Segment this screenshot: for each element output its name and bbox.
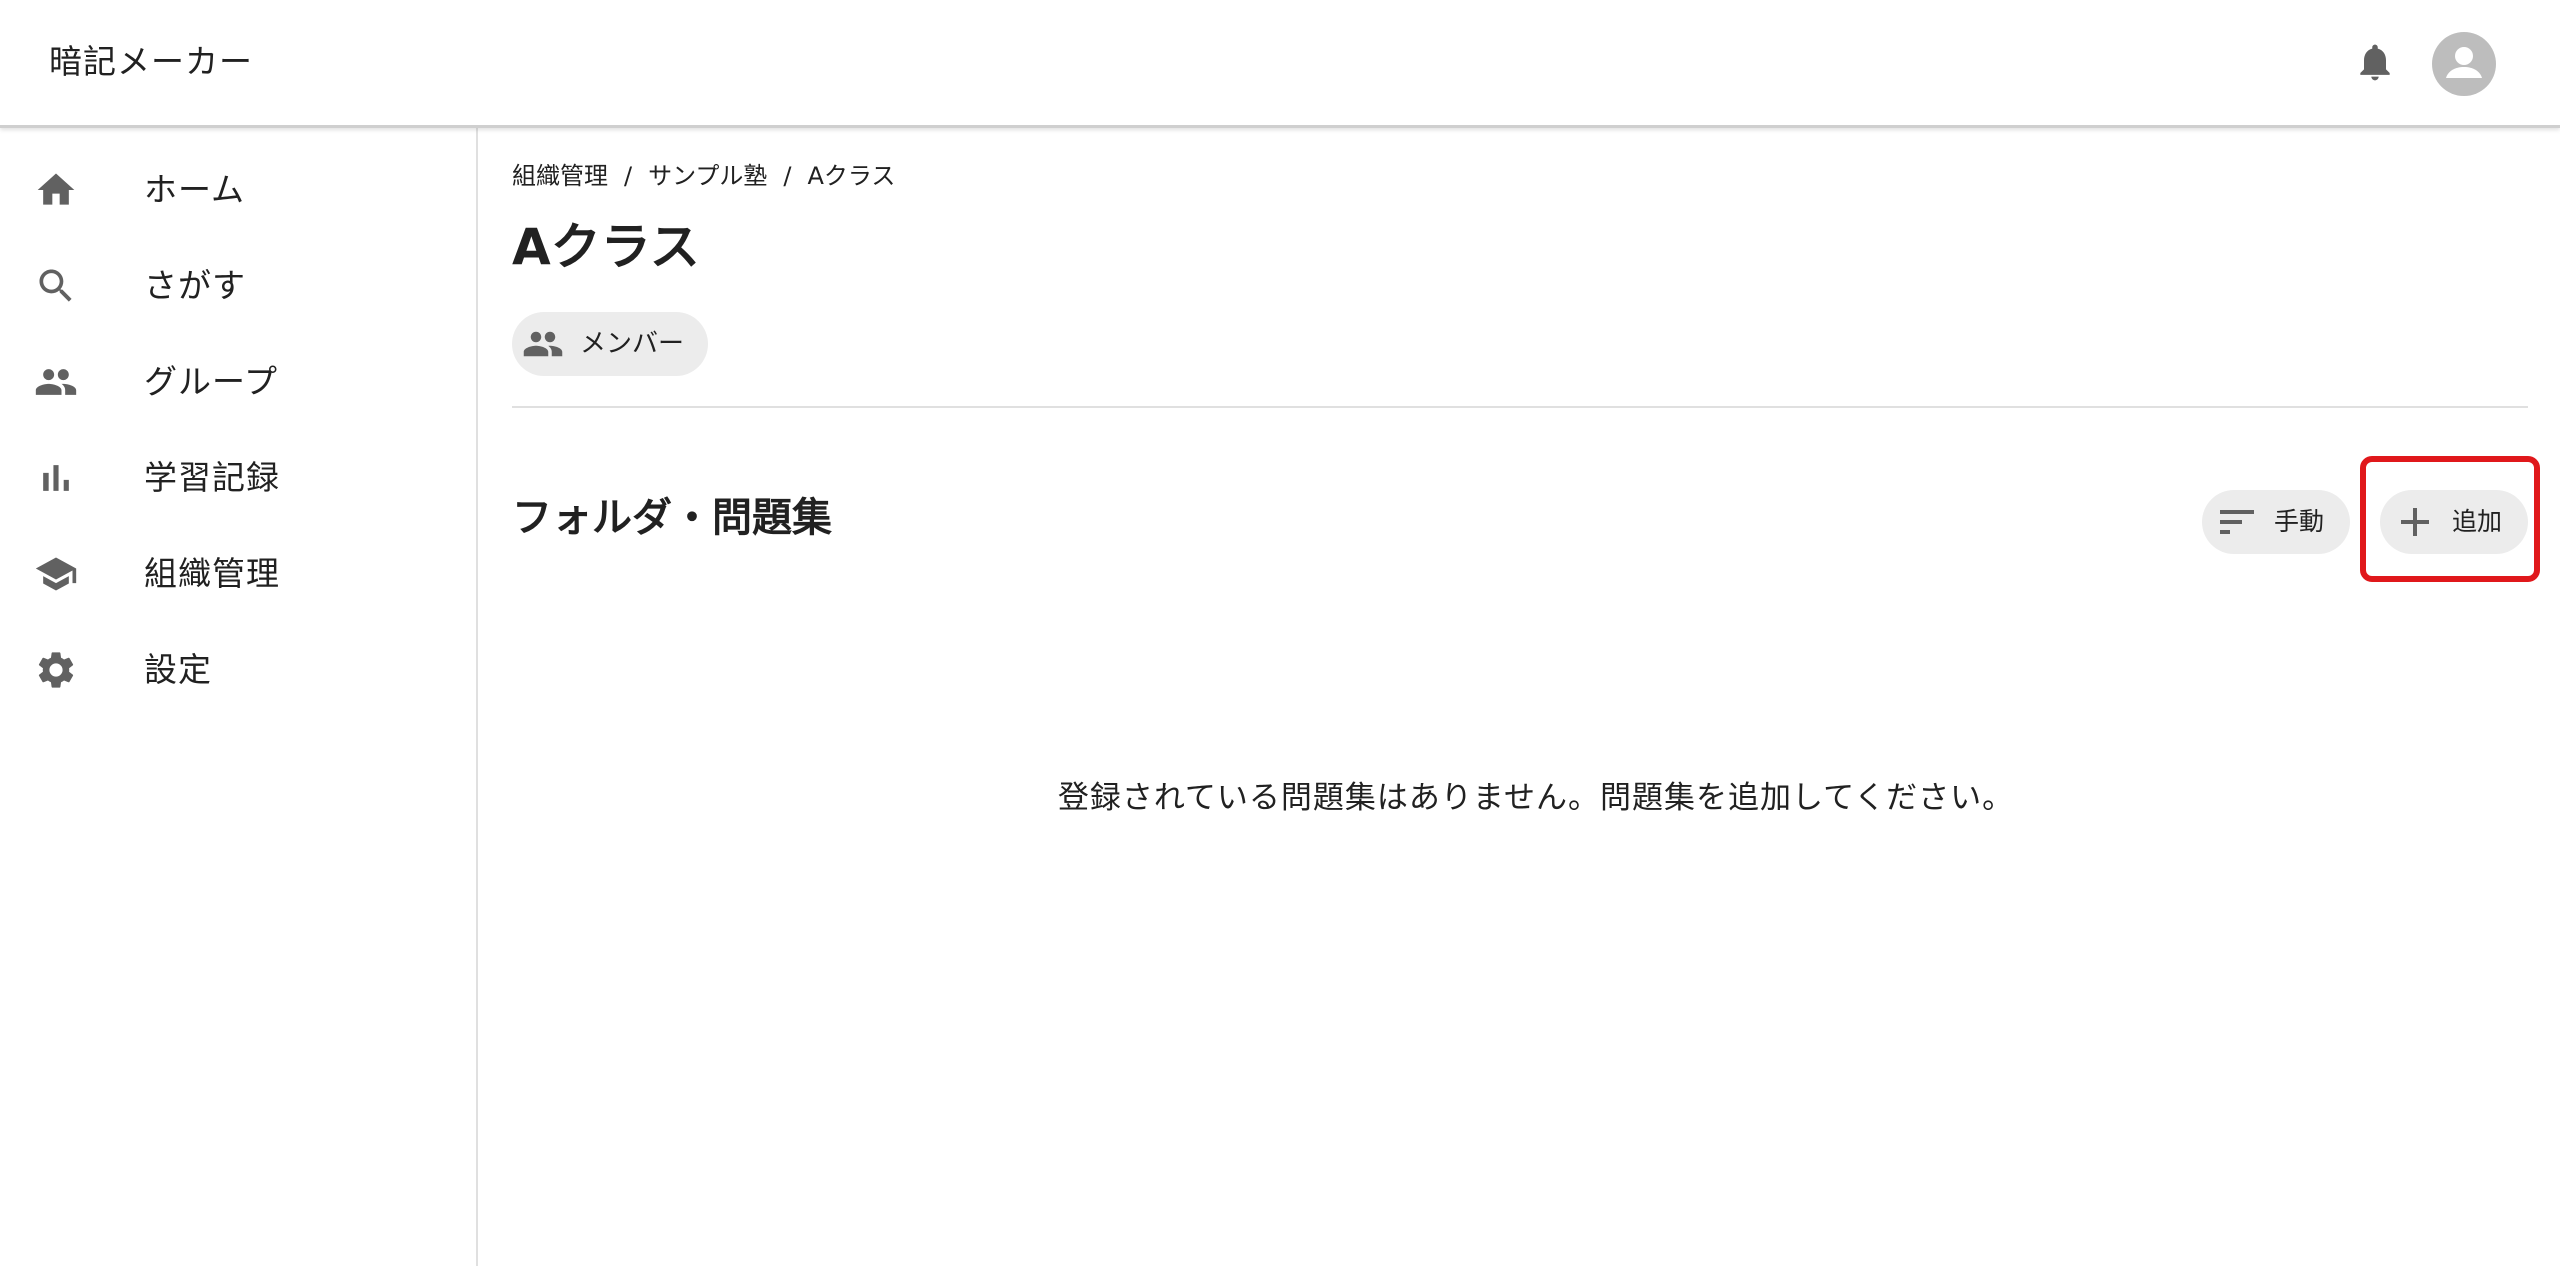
breadcrumb: 組織管理 / サンプル塾 / Aクラス xyxy=(512,158,895,194)
sidebar-item-label: グループ xyxy=(144,362,279,401)
sidebar: ホーム さがす グループ 学習記録 組織管理 設定 xyxy=(0,128,478,1266)
sidebar-item-study-record[interactable]: 学習記録 xyxy=(0,430,476,526)
sidebar-item-organization[interactable]: 組織管理 xyxy=(0,526,476,622)
sidebar-item-label: 組織管理 xyxy=(144,554,280,593)
sidebar-item-group[interactable]: グループ xyxy=(0,334,476,430)
sort-button[interactable]: 手動 xyxy=(2202,490,2350,554)
sidebar-item-search[interactable]: さがす xyxy=(0,238,476,334)
breadcrumb-separator: / xyxy=(783,162,792,190)
divider xyxy=(512,406,2528,408)
main-content: 組織管理 / サンプル塾 / Aクラス Aクラス メンバー フォルダ・問題集 手動 追加 xyxy=(478,128,2560,1266)
member-button[interactable]: メンバー xyxy=(512,312,708,376)
bar-chart-icon xyxy=(34,456,78,500)
app-header: 暗記メーカー xyxy=(0,0,2560,128)
sort-icon xyxy=(2218,504,2256,540)
people-icon xyxy=(522,323,564,365)
sidebar-item-label: さがす xyxy=(144,266,246,305)
bell-icon[interactable] xyxy=(2353,40,2397,84)
avatar[interactable] xyxy=(2432,32,2496,96)
add-button[interactable]: 追加 xyxy=(2380,490,2528,554)
people-icon xyxy=(34,360,78,404)
account-circle-icon xyxy=(2446,47,2482,78)
page-title: Aクラス xyxy=(512,218,700,276)
sidebar-item-label: ホーム xyxy=(144,170,246,209)
home-icon xyxy=(34,168,78,212)
app-title[interactable]: 暗記メーカー xyxy=(49,40,253,84)
school-icon xyxy=(34,552,78,596)
plus-icon xyxy=(2398,505,2432,539)
gear-icon xyxy=(34,648,78,692)
breadcrumb-item-school[interactable]: サンプル塾 xyxy=(648,162,767,190)
breadcrumb-separator: / xyxy=(624,162,633,190)
search-icon xyxy=(34,264,78,308)
add-button-label: 追加 xyxy=(2452,507,2503,536)
breadcrumb-item-organization[interactable]: 組織管理 xyxy=(512,162,608,190)
sidebar-item-settings[interactable]: 設定 xyxy=(0,622,476,718)
member-button-label: メンバー xyxy=(580,329,685,359)
empty-state-message: 登録されている問題集はありません。問題集を追加してください。 xyxy=(1057,780,2015,816)
sidebar-item-label: 学習記録 xyxy=(144,458,280,497)
sidebar-item-home[interactable]: ホーム xyxy=(0,142,476,238)
breadcrumb-item-current: Aクラス xyxy=(807,162,896,190)
sort-button-label: 手動 xyxy=(2274,507,2325,536)
section-title: フォルダ・問題集 xyxy=(512,495,832,541)
sidebar-item-label: 設定 xyxy=(144,650,212,689)
